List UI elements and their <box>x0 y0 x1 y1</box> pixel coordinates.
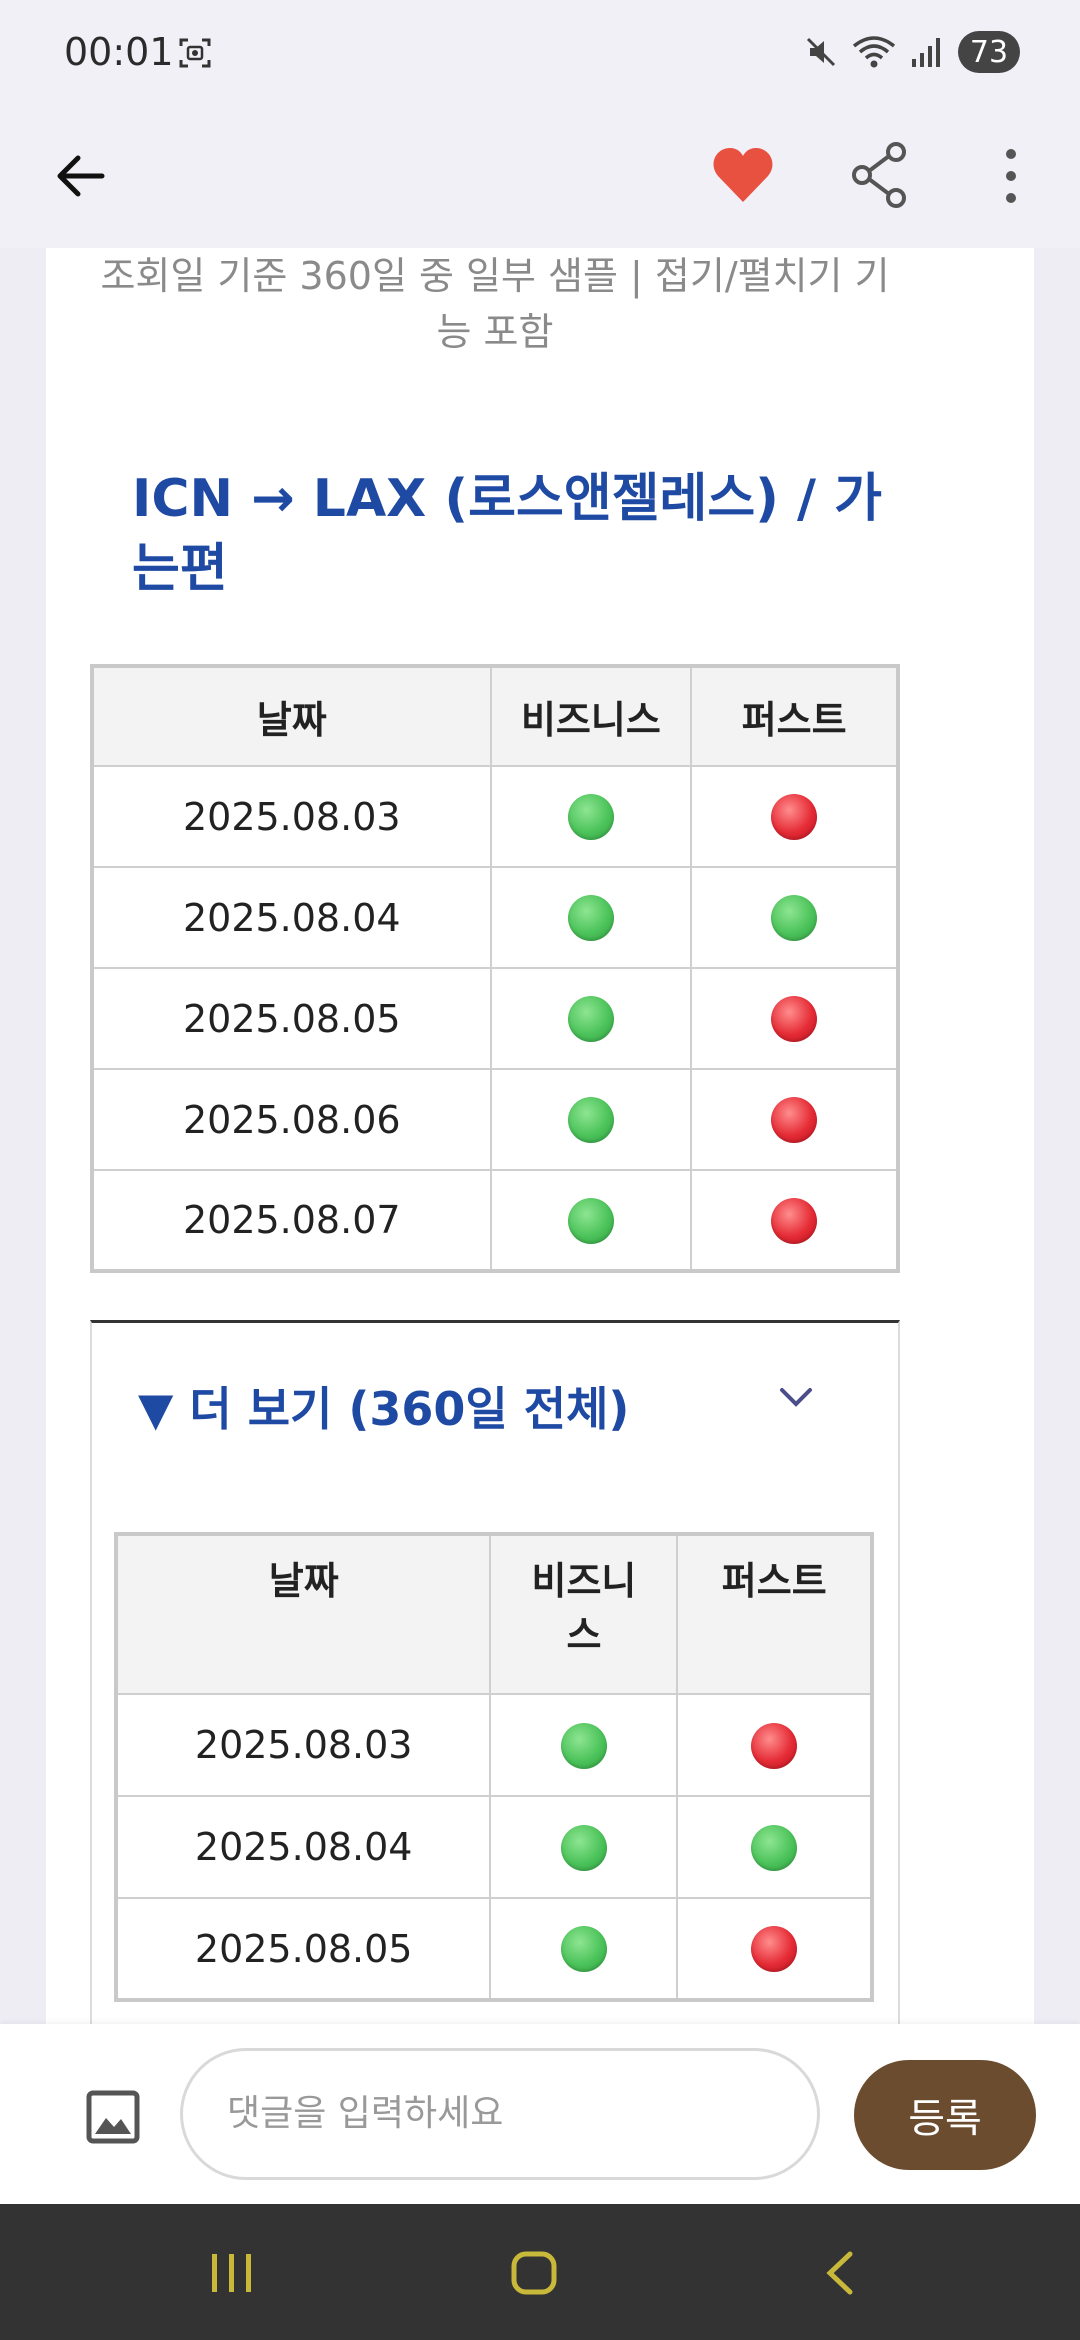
chevron-down-icon[interactable] <box>776 1377 816 1417</box>
business-status-cell <box>489 1169 693 1272</box>
available-status-icon <box>560 1926 607 1973</box>
expand-toggle[interactable]: ▼ 더 보기 (360일 전체) <box>138 1373 629 1439</box>
table-row: 2025.08.03 <box>114 1693 873 1797</box>
screenshot-icon <box>179 38 211 68</box>
date-cell: 2025.08.03 <box>114 1693 492 1797</box>
first-status-cell <box>690 967 899 1070</box>
first-status-cell <box>690 765 899 868</box>
image-icon[interactable] <box>86 2090 140 2144</box>
full-availability-table: 날짜 비즈니스 퍼스트 2025.08.03 2025.08.04 2025.08.… <box>114 1532 874 2002</box>
date-cell: 2025.08.06 <box>91 1068 492 1171</box>
unavailable-status-icon <box>771 1097 818 1144</box>
unavailable-status-icon <box>751 1722 798 1769</box>
first-status-cell <box>676 1897 873 2001</box>
first-status-cell <box>690 866 899 969</box>
first-status-cell <box>676 1693 873 1797</box>
available-status-icon <box>567 895 614 942</box>
first-status-cell <box>676 1795 873 1899</box>
available-status-icon <box>567 1197 614 1244</box>
table-row: 2025.08.05 <box>114 1897 873 2001</box>
table-row: 2025.08.03 <box>91 765 899 868</box>
available-status-icon <box>751 1824 798 1871</box>
back-chevron-icon[interactable] <box>822 2248 858 2298</box>
first-status-cell <box>690 1068 899 1171</box>
column-header-date: 날짜 <box>91 665 492 767</box>
business-status-cell <box>489 765 693 868</box>
business-status-cell <box>489 1795 679 1899</box>
heart-icon[interactable] <box>710 142 776 208</box>
share-icon[interactable] <box>850 140 910 210</box>
column-header-first: 퍼스트 <box>690 665 899 767</box>
column-header-first: 퍼스트 <box>676 1533 873 1695</box>
post-subtitle: 조회일 기준 360일 중 일부 샘플 | 접기/펼치기 기능 포함 <box>100 254 890 354</box>
section-title: ICN → LAX (로스앤젤레스) / 가는편 <box>132 469 882 599</box>
recent-apps-icon[interactable] <box>208 2248 256 2298</box>
table-row: 2025.08.07 <box>91 1169 899 1272</box>
unavailable-status-icon <box>771 996 818 1043</box>
status-time: 00:01 <box>64 30 174 74</box>
date-cell: 2025.08.04 <box>114 1795 492 1899</box>
unavailable-status-icon <box>771 1197 818 1244</box>
table-header-row: 날짜 비즈니스 퍼스트 <box>114 1533 873 1695</box>
first-status-cell <box>690 1169 899 1272</box>
available-status-icon <box>567 794 614 841</box>
column-header-business: 비즈니스 <box>489 1533 679 1695</box>
home-icon[interactable] <box>510 2248 558 2298</box>
date-cell: 2025.08.07 <box>91 1169 492 1272</box>
available-status-icon <box>771 895 818 942</box>
business-status-cell <box>489 1693 679 1797</box>
submit-button[interactable]: 등록 <box>854 2060 1036 2170</box>
business-status-cell <box>489 967 693 1070</box>
comment-input[interactable]: 댓글을 입력하세요 <box>180 2048 820 2180</box>
table-header-row: 날짜 비즈니스 퍼스트 <box>91 665 899 767</box>
business-status-cell <box>489 866 693 969</box>
column-header-date: 날짜 <box>114 1533 492 1695</box>
status-bar: 00:01 73 <box>0 0 1080 110</box>
comment-bar: 댓글을 입력하세요 등록 <box>0 2024 1080 2204</box>
table-row: 2025.08.05 <box>91 967 899 1070</box>
arrow-left-icon[interactable] <box>50 146 110 206</box>
date-cell: 2025.08.05 <box>91 967 492 1070</box>
available-status-icon <box>567 996 614 1043</box>
availability-table: 날짜 비즈니스 퍼스트 2025.08.03 2025.08.04 2025.08.… <box>90 664 900 1273</box>
signal-icon <box>912 38 940 67</box>
unavailable-status-icon <box>751 1926 798 1973</box>
date-cell: 2025.08.05 <box>114 1897 492 2001</box>
system-nav-bar <box>0 2204 1080 2340</box>
business-status-cell <box>489 1897 679 2001</box>
available-status-icon <box>567 1097 614 1144</box>
table-row: 2025.08.06 <box>91 1068 899 1171</box>
app-bar <box>0 110 1080 248</box>
content-area[interactable]: 조회일 기준 360일 중 일부 샘플 | 접기/펼치기 기능 포함 ICN →… <box>0 248 1080 2024</box>
table-row: 2025.08.04 <box>91 866 899 969</box>
available-status-icon <box>560 1722 607 1769</box>
more-vertical-icon[interactable] <box>996 146 1026 206</box>
date-cell: 2025.08.03 <box>91 765 492 868</box>
available-status-icon <box>560 1824 607 1871</box>
unavailable-status-icon <box>771 794 818 841</box>
battery-indicator: 73 <box>958 31 1020 73</box>
table-row: 2025.08.04 <box>114 1795 873 1899</box>
wifi-icon <box>852 36 896 68</box>
mute-icon <box>806 37 836 67</box>
business-status-cell <box>489 1068 693 1171</box>
status-icons: 73 <box>804 30 1020 74</box>
date-cell: 2025.08.04 <box>91 866 492 969</box>
column-header-business: 비즈니스 <box>489 665 693 767</box>
